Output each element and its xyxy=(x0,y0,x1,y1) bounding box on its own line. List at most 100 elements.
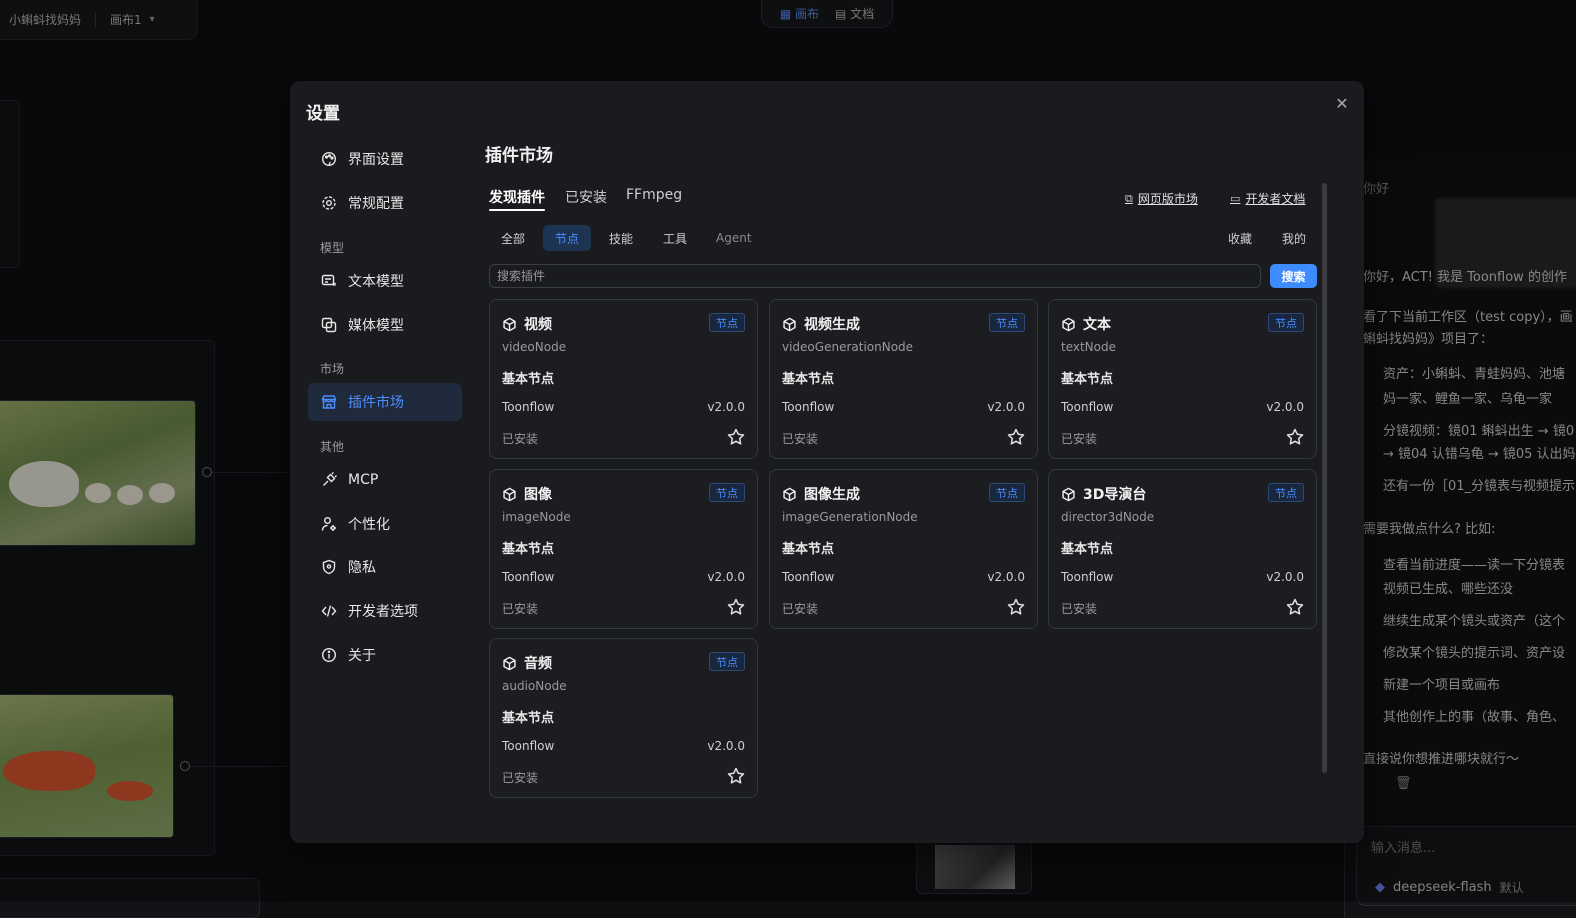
dev-docs-link-label: 开发者文档 xyxy=(1245,192,1306,206)
filter-favorites[interactable]: 收藏 xyxy=(1216,225,1264,251)
plugin-node-id: imageGenerationNode xyxy=(782,510,918,524)
tab-installed[interactable]: 已安装 xyxy=(565,187,607,207)
sidebar-item-mcp[interactable]: MCP xyxy=(308,461,462,499)
plugin-card[interactable]: 图像生成 节点 imageGenerationNode 基本节点 Toonflo… xyxy=(769,469,1038,629)
sidebar-item-label: 开发者选项 xyxy=(348,604,418,620)
plugin-card[interactable]: 文本 节点 textNode 基本节点 Toonflow v2.0.0 已安装 xyxy=(1048,299,1317,459)
plugin-author: Toonflow xyxy=(1061,400,1114,414)
content-title: 插件市场 xyxy=(485,146,553,166)
plugin-status: 已安装 xyxy=(502,771,539,785)
plugin-author: Toonflow xyxy=(782,570,835,584)
sidebar-item-interface[interactable]: 界面设置 xyxy=(308,140,462,178)
plugin-node-id: videoGenerationNode xyxy=(782,340,914,354)
dev-docs-link[interactable]: ▭ 开发者文档 xyxy=(1230,190,1305,207)
text-model-icon xyxy=(320,272,338,290)
close-button[interactable]: ✕ xyxy=(1332,93,1352,113)
cube-icon xyxy=(783,317,796,331)
sidebar-item-label: 插件市场 xyxy=(348,395,404,411)
plugin-version: v2.0.0 xyxy=(707,400,745,414)
plugin-card[interactable]: 视频 节点 videoNode 基本节点 Toonflow v2.0.0 已安装 xyxy=(489,299,758,459)
code-icon xyxy=(320,602,338,620)
store-icon xyxy=(320,393,338,411)
plugin-author: Toonflow xyxy=(782,400,835,414)
sidebar-item-label: 常规配置 xyxy=(348,196,404,212)
plugin-card[interactable]: 音频 节点 audioNode 基本节点 Toonflow v2.0.0 已安装 xyxy=(489,638,758,798)
sidebar-item-label: 个性化 xyxy=(348,517,390,533)
sidebar-group-other: 其他 xyxy=(320,440,345,454)
palette-icon xyxy=(320,150,338,168)
tab-discover[interactable]: 发现插件 xyxy=(489,187,545,207)
plugin-category: 基本节点 xyxy=(502,711,555,726)
close-icon: ✕ xyxy=(1335,93,1349,113)
cube-icon xyxy=(783,487,796,501)
plugin-card-header: 3D导演台 xyxy=(1061,484,1146,504)
plugin-category: 基本节点 xyxy=(782,542,835,557)
plugin-category: 基本节点 xyxy=(782,372,835,387)
sidebar-item-personalize[interactable]: 个性化 xyxy=(308,505,462,543)
plugin-type-badge: 节点 xyxy=(1268,313,1304,332)
settings-dialog: 设置 ✕ 界面设置 常规配置 模型 文本模型 媒体模型 市场 插件市场 其他 M… xyxy=(290,81,1364,843)
sidebar-item-privacy[interactable]: 隐私 xyxy=(308,548,462,586)
plugin-card-header: 视频生成 xyxy=(782,314,860,334)
filter-mine[interactable]: 我的 xyxy=(1270,225,1318,251)
star-icon[interactable] xyxy=(726,597,746,617)
plugin-name: 视频生成 xyxy=(804,317,860,333)
plugin-status: 已安装 xyxy=(502,602,539,616)
web-market-link-label: 网页版市场 xyxy=(1137,192,1198,206)
sidebar-item-label: 界面设置 xyxy=(348,152,404,168)
plugin-card-header: 视频 xyxy=(502,314,552,334)
plugin-node-id: videoNode xyxy=(502,340,567,354)
sidebar-item-plugin-market[interactable]: 插件市场 xyxy=(308,383,462,421)
filter-tool[interactable]: 工具 xyxy=(651,225,699,251)
plugin-node-id: director3dNode xyxy=(1061,510,1155,524)
star-icon[interactable] xyxy=(1285,427,1305,447)
plugin-type-badge: 节点 xyxy=(989,313,1025,332)
star-icon[interactable] xyxy=(726,427,746,447)
plugin-category: 基本节点 xyxy=(1061,542,1114,557)
plugin-node-id: audioNode xyxy=(502,679,567,693)
cube-icon xyxy=(503,656,516,670)
plugin-card-header: 图像 xyxy=(502,484,552,504)
filter-all[interactable]: 全部 xyxy=(489,225,537,251)
sidebar-item-label: 文本模型 xyxy=(348,274,404,290)
plugin-card[interactable]: 视频生成 节点 videoGenerationNode 基本节点 Toonflo… xyxy=(769,299,1038,459)
sidebar-item-developer[interactable]: 开发者选项 xyxy=(308,592,462,630)
filter-agent[interactable]: Agent xyxy=(704,225,764,251)
search-button[interactable]: 搜索 xyxy=(1270,264,1317,288)
filter-skill[interactable]: 技能 xyxy=(597,225,645,251)
user-settings-icon xyxy=(320,515,338,533)
plugin-card[interactable]: 3D导演台 节点 director3dNode 基本节点 Toonflow v2… xyxy=(1048,469,1317,629)
plugin-type-badge: 节点 xyxy=(709,313,745,332)
sidebar-item-label: 关于 xyxy=(348,648,376,664)
book-icon: ▭ xyxy=(1230,192,1241,205)
plugin-name: 视频 xyxy=(524,317,552,333)
plugin-version: v2.0.0 xyxy=(1266,570,1304,584)
sidebar-item-text-model[interactable]: 文本模型 xyxy=(308,262,462,300)
web-market-link[interactable]: ⧉ 网页版市场 xyxy=(1125,190,1198,207)
plugin-category: 基本节点 xyxy=(502,542,555,557)
plugin-author: Toonflow xyxy=(502,739,555,753)
plugin-card[interactable]: 图像 节点 imageNode 基本节点 Toonflow v2.0.0 已安装 xyxy=(489,469,758,629)
star-icon[interactable] xyxy=(1006,597,1026,617)
plugin-name: 图像生成 xyxy=(804,487,860,503)
plugin-search-input[interactable] xyxy=(489,264,1261,288)
plugin-type-badge: 节点 xyxy=(709,483,745,502)
star-icon[interactable] xyxy=(1006,427,1026,447)
sidebar-item-media-model[interactable]: 媒体模型 xyxy=(308,306,462,344)
plug-icon xyxy=(320,471,338,489)
plugin-category: 基本节点 xyxy=(502,372,555,387)
plugin-card-header: 图像生成 xyxy=(782,484,860,504)
star-icon[interactable] xyxy=(1285,597,1305,617)
plugin-category: 基本节点 xyxy=(1061,372,1114,387)
plugin-author: Toonflow xyxy=(1061,570,1114,584)
filter-node[interactable]: 节点 xyxy=(543,225,592,251)
plugin-type-badge: 节点 xyxy=(709,652,745,671)
plugin-name: 音频 xyxy=(524,656,552,672)
sidebar-item-about[interactable]: 关于 xyxy=(308,636,462,674)
gear-icon xyxy=(320,194,338,212)
tab-ffmpeg[interactable]: FFmpeg xyxy=(626,187,682,203)
scrollbar[interactable] xyxy=(1322,183,1327,773)
sidebar-item-general[interactable]: 常规配置 xyxy=(308,184,462,222)
star-icon[interactable] xyxy=(726,766,746,786)
plugin-card-header: 音频 xyxy=(502,653,552,673)
